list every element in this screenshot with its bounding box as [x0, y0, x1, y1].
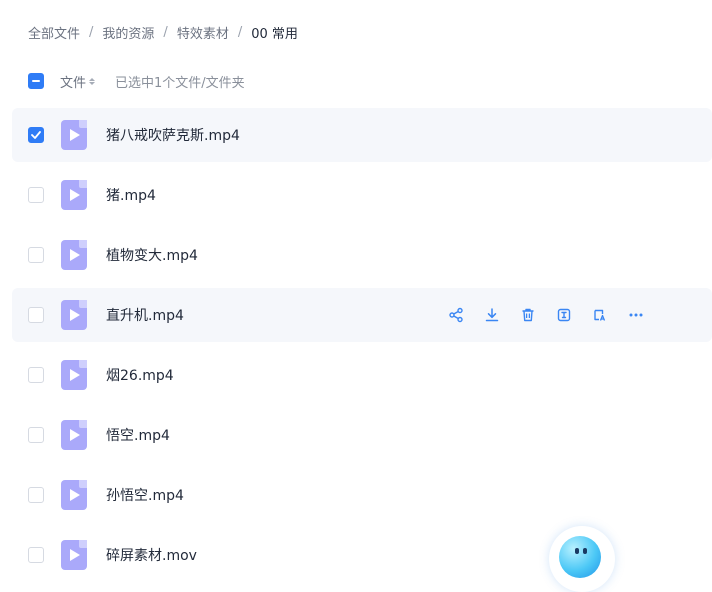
checkmark-icon — [31, 131, 41, 139]
file-checkbox[interactable] — [28, 247, 44, 263]
file-list: 猪八戒吹萨克斯.mp4 猪.mp4 植物变大.mp4 直升机.mp4 烟26.m… — [12, 108, 712, 588]
breadcrumb: 全部文件 / 我的资源 / 特效素材 / 00 常用 — [28, 22, 298, 42]
share-icon[interactable] — [447, 306, 465, 324]
file-name[interactable]: 直升机.mp4 — [106, 305, 184, 325]
file-checkbox[interactable] — [28, 427, 44, 443]
video-file-icon — [61, 540, 87, 570]
sort-icon — [89, 77, 96, 85]
file-row[interactable]: 植物变大.mp4 — [12, 228, 712, 282]
minus-icon — [32, 80, 40, 82]
file-checkbox[interactable] — [28, 127, 44, 143]
assistant-mascot-button[interactable] — [549, 526, 615, 592]
more-icon[interactable] — [627, 306, 645, 324]
breadcrumb-current-folder: 00 常用 — [251, 26, 298, 42]
file-name[interactable]: 悟空.mp4 — [106, 425, 170, 445]
file-name[interactable]: 碎屏素材.mov — [106, 545, 197, 565]
file-row[interactable]: 孙悟空.mp4 — [12, 468, 712, 522]
breadcrumb-separator: / — [237, 24, 243, 40]
mascot-icon — [559, 536, 601, 578]
ai-icon[interactable] — [591, 306, 609, 324]
file-row[interactable]: 烟26.mp4 — [12, 348, 712, 402]
file-name[interactable]: 孙悟空.mp4 — [106, 485, 184, 505]
file-column-label: 文件 — [60, 75, 87, 91]
file-checkbox[interactable] — [28, 547, 44, 563]
select-all-checkbox[interactable] — [28, 73, 44, 89]
file-name[interactable]: 烟26.mp4 — [106, 365, 174, 385]
breadcrumb-effects[interactable]: 特效素材 — [177, 23, 229, 42]
video-file-icon — [61, 360, 87, 390]
file-name[interactable]: 植物变大.mp4 — [106, 245, 198, 265]
video-file-icon — [61, 480, 87, 510]
breadcrumb-separator: / — [89, 24, 94, 40]
breadcrumb-all-files[interactable]: 全部文件 — [28, 23, 80, 42]
file-row[interactable]: 猪.mp4 — [12, 168, 712, 222]
video-file-icon — [61, 120, 87, 150]
file-checkbox[interactable] — [28, 187, 44, 203]
file-checkbox[interactable] — [28, 307, 44, 323]
video-file-icon — [61, 300, 87, 330]
file-row[interactable]: 直升机.mp4 — [12, 288, 712, 342]
list-header: 文件 已选中1个文件/文件夹 — [28, 70, 245, 92]
video-file-icon — [61, 420, 87, 450]
file-name[interactable]: 猪.mp4 — [106, 185, 156, 205]
delete-icon[interactable] — [519, 306, 537, 324]
rename-icon[interactable] — [555, 306, 573, 324]
row-actions — [447, 288, 645, 342]
file-checkbox[interactable] — [28, 487, 44, 503]
download-icon[interactable] — [483, 306, 501, 324]
selection-count-text: 已选中1个文件/文件夹 — [115, 75, 245, 91]
breadcrumb-separator: / — [163, 24, 168, 40]
file-checkbox[interactable] — [28, 367, 44, 383]
file-row[interactable]: 猪八戒吹萨克斯.mp4 — [12, 108, 712, 162]
breadcrumb-my-resources[interactable]: 我的资源 — [102, 23, 154, 42]
sort-by-file-button[interactable]: 文件 — [60, 72, 96, 91]
file-row[interactable]: 悟空.mp4 — [12, 408, 712, 462]
video-file-icon — [61, 240, 87, 270]
file-name[interactable]: 猪八戒吹萨克斯.mp4 — [106, 125, 240, 145]
video-file-icon — [61, 180, 87, 210]
